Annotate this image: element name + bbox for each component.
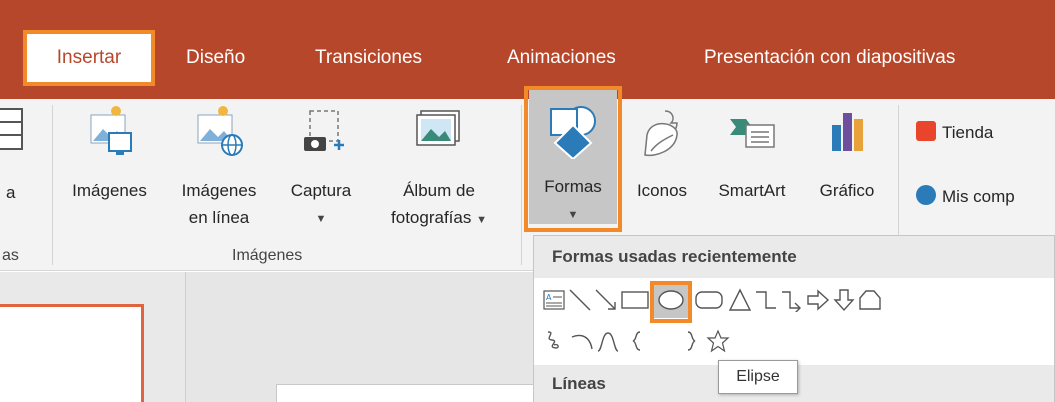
chevron-down-icon: ▼ [476,214,487,226]
photo-album-icon [416,110,460,146]
text-box-shape-icon[interactable]: A [542,288,566,312]
recent-shapes-header: Formas usadas recientemente [534,236,1054,278]
star-shape-icon[interactable] [706,329,730,353]
grafico-button[interactable]: Gráfico [803,105,891,202]
tooltip-elipse: Elipse [718,360,798,394]
down-arrow-shape-icon[interactable] [832,288,856,312]
duck-leaf-icon [644,110,678,157]
curve-shape-icon[interactable] [596,329,620,353]
imagenes-en-linea-button[interactable]: Imágenes en línea [164,105,274,229]
iconos-label: Iconos [636,181,688,200]
ribbon-tab-bar: Insertar Diseño Transiciones Animaciones… [0,0,1055,99]
imagenes-button[interactable]: Imágenes [57,105,162,202]
arrow-line-shape-icon[interactable] [594,288,618,312]
captura-button[interactable]: Captura ▼ [280,105,362,231]
svg-text:A: A [546,293,552,302]
separator [521,105,522,265]
imagenes-en-linea-label-2: en línea [188,208,250,227]
ellipse-highlight [650,281,692,323]
album-button[interactable]: Álbum de fotografías ▼ [370,105,508,232]
rectangle-shape-icon[interactable] [620,288,650,312]
store-icon [916,121,936,141]
tienda-label: Tienda [942,123,994,142]
insertar-highlight [23,30,155,86]
tab-animaciones[interactable]: Animaciones [507,42,616,74]
elbow-connector-shape-icon[interactable] [754,288,778,312]
arc-shape-icon[interactable] [570,329,594,353]
smartart-label: SmartArt [718,181,786,200]
addins-icon [916,185,936,205]
chevron-down-icon: ▼ [315,213,327,225]
snip-corner-shape-icon[interactable] [858,288,882,312]
freeform-scribble-shape-icon[interactable] [542,329,566,353]
triangle-shape-icon[interactable] [728,288,752,312]
group-label-imagenes: Imágenes [232,247,303,264]
tienda-button[interactable]: Tienda [916,121,993,143]
tab-presentacion[interactable]: Presentación con diapositivas [704,42,955,74]
screenshot-icon [304,110,344,151]
album-label-1: Álbum de [403,181,475,200]
iconos-button[interactable]: Iconos [622,105,702,202]
mis-complementos-button[interactable]: Mis comp [916,185,1015,207]
left-brace-shape-icon[interactable] [626,329,650,353]
mis-complementos-label: Mis comp [942,187,1015,206]
slide-thumbnail[interactable] [0,304,144,402]
imagenes-label: Imágenes [72,181,147,200]
album-label-2: fotografías ▼ [391,208,487,227]
tab-transiciones[interactable]: Transiciones [315,42,422,74]
smartart-icon [730,119,775,148]
separator [52,105,53,265]
rounded-rectangle-shape-icon[interactable] [694,288,724,312]
partial-left-label[interactable]: a [6,183,15,203]
chart-icon [832,113,863,151]
line-shape-icon[interactable] [568,288,592,312]
captura-label: Captura [290,181,352,200]
tab-diseno[interactable]: Diseño [186,42,245,74]
smartart-button[interactable]: SmartArt [703,105,801,202]
table-icon [0,108,23,150]
elbow-arrow-connector-shape-icon[interactable] [780,288,804,312]
right-brace-shape-icon[interactable] [680,329,704,353]
formas-highlight [524,86,622,232]
right-arrow-shape-icon[interactable] [806,288,830,312]
online-picture-icon [197,106,243,156]
imagenes-en-linea-label-1: Imágenes [181,181,257,200]
picture-icon [90,106,132,155]
grafico-label: Gráfico [819,181,875,200]
partial-left-group-label: as [2,247,19,264]
